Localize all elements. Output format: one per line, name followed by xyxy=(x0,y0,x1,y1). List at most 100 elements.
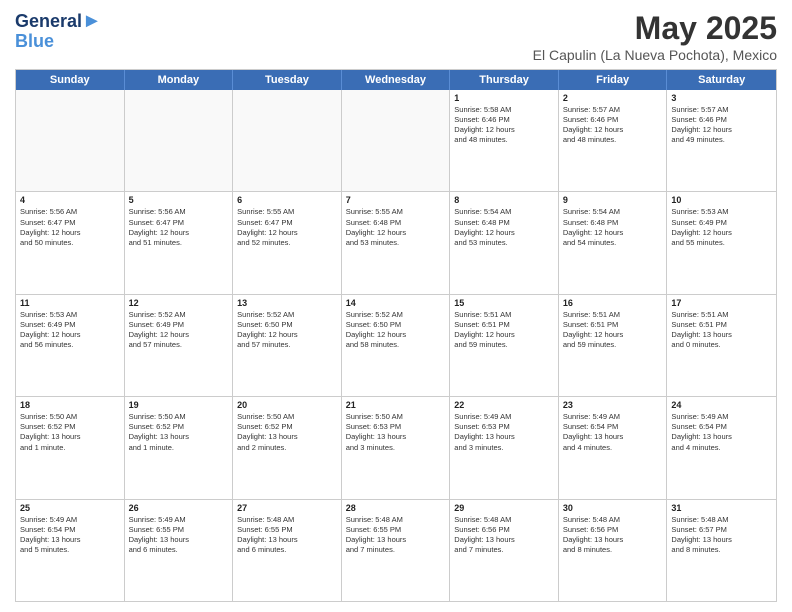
day-number: 4 xyxy=(20,195,120,205)
cal-cell-r1-c2: 6 Sunrise: 5:55 AM Sunset: 6:47 PM Daylig… xyxy=(233,192,342,293)
calendar: Sunday Monday Tuesday Wednesday Thursday… xyxy=(15,69,777,602)
cal-cell-r2-c3: 14 Sunrise: 5:52 AM Sunset: 6:50 PM Dayli… xyxy=(342,295,451,396)
cell-info: Sunrise: 5:48 AM Sunset: 6:55 PM Dayligh… xyxy=(346,515,446,556)
cell-info: Sunrise: 5:48 AM Sunset: 6:55 PM Dayligh… xyxy=(237,515,337,556)
cal-cell-r2-c2: 13 Sunrise: 5:52 AM Sunset: 6:50 PM Dayli… xyxy=(233,295,342,396)
cell-info: Sunrise: 5:56 AM Sunset: 6:47 PM Dayligh… xyxy=(20,207,120,248)
logo-text: General► xyxy=(15,10,102,32)
cal-cell-r3-c0: 18 Sunrise: 5:50 AM Sunset: 6:52 PM Dayli… xyxy=(16,397,125,498)
cell-info: Sunrise: 5:48 AM Sunset: 6:57 PM Dayligh… xyxy=(671,515,772,556)
cell-info: Sunrise: 5:54 AM Sunset: 6:48 PM Dayligh… xyxy=(563,207,663,248)
day-number: 19 xyxy=(129,400,229,410)
cell-info: Sunrise: 5:49 AM Sunset: 6:55 PM Dayligh… xyxy=(129,515,229,556)
subtitle: El Capulin (La Nueva Pochota), Mexico xyxy=(533,47,777,63)
cell-info: Sunrise: 5:48 AM Sunset: 6:56 PM Dayligh… xyxy=(454,515,554,556)
header-thursday: Thursday xyxy=(450,70,559,90)
day-number: 28 xyxy=(346,503,446,513)
cell-info: Sunrise: 5:52 AM Sunset: 6:50 PM Dayligh… xyxy=(346,310,446,351)
cell-info: Sunrise: 5:55 AM Sunset: 6:47 PM Dayligh… xyxy=(237,207,337,248)
day-number: 2 xyxy=(563,93,663,103)
day-number: 30 xyxy=(563,503,663,513)
cell-info: Sunrise: 5:57 AM Sunset: 6:46 PM Dayligh… xyxy=(671,105,772,146)
cell-info: Sunrise: 5:51 AM Sunset: 6:51 PM Dayligh… xyxy=(671,310,772,351)
calendar-row-0: 1 Sunrise: 5:58 AM Sunset: 6:46 PM Daylig… xyxy=(16,90,776,192)
header: General► Blue May 2025 El Capulin (La Nu… xyxy=(15,10,777,63)
day-number: 24 xyxy=(671,400,772,410)
cal-cell-r4-c0: 25Sunrise: 5:49 AM Sunset: 6:54 PM Dayli… xyxy=(16,500,125,601)
cal-cell-r0-c1 xyxy=(125,90,234,191)
calendar-row-3: 18 Sunrise: 5:50 AM Sunset: 6:52 PM Dayli… xyxy=(16,397,776,499)
cell-info: Sunrise: 5:53 AM Sunset: 6:49 PM Dayligh… xyxy=(20,310,120,351)
cal-cell-r2-c4: 15 Sunrise: 5:51 AM Sunset: 6:51 PM Dayli… xyxy=(450,295,559,396)
day-number: 22 xyxy=(454,400,554,410)
cell-info: Sunrise: 5:58 AM Sunset: 6:46 PM Dayligh… xyxy=(454,105,554,146)
day-number: 18 xyxy=(20,400,120,410)
day-number: 20 xyxy=(237,400,337,410)
cell-info: Sunrise: 5:56 AM Sunset: 6:47 PM Dayligh… xyxy=(129,207,229,248)
day-number: 14 xyxy=(346,298,446,308)
day-number: 16 xyxy=(563,298,663,308)
day-number: 11 xyxy=(20,298,120,308)
cal-cell-r3-c1: 19 Sunrise: 5:50 AM Sunset: 6:52 PM Dayli… xyxy=(125,397,234,498)
day-number: 27 xyxy=(237,503,337,513)
cal-cell-r1-c1: 5 Sunrise: 5:56 AM Sunset: 6:47 PM Daylig… xyxy=(125,192,234,293)
cal-cell-r2-c1: 12Sunrise: 5:52 AM Sunset: 6:49 PM Dayli… xyxy=(125,295,234,396)
logo: General► Blue xyxy=(15,10,102,52)
cal-cell-r0-c4: 1 Sunrise: 5:58 AM Sunset: 6:46 PM Daylig… xyxy=(450,90,559,191)
cell-info: Sunrise: 5:49 AM Sunset: 6:54 PM Dayligh… xyxy=(671,412,772,453)
day-number: 8 xyxy=(454,195,554,205)
day-number: 3 xyxy=(671,93,772,103)
calendar-body: 1 Sunrise: 5:58 AM Sunset: 6:46 PM Daylig… xyxy=(16,90,776,601)
day-number: 26 xyxy=(129,503,229,513)
cal-cell-r4-c2: 27 Sunrise: 5:48 AM Sunset: 6:55 PM Dayli… xyxy=(233,500,342,601)
cell-info: Sunrise: 5:49 AM Sunset: 6:53 PM Dayligh… xyxy=(454,412,554,453)
day-number: 9 xyxy=(563,195,663,205)
cell-info: Sunrise: 5:55 AM Sunset: 6:48 PM Dayligh… xyxy=(346,207,446,248)
cal-cell-r0-c2 xyxy=(233,90,342,191)
header-friday: Friday xyxy=(559,70,668,90)
day-number: 10 xyxy=(671,195,772,205)
day-number: 6 xyxy=(237,195,337,205)
cal-cell-r1-c5: 9 Sunrise: 5:54 AM Sunset: 6:48 PM Daylig… xyxy=(559,192,668,293)
cal-cell-r3-c4: 22 Sunrise: 5:49 AM Sunset: 6:53 PM Dayli… xyxy=(450,397,559,498)
day-number: 5 xyxy=(129,195,229,205)
cell-info: Sunrise: 5:51 AM Sunset: 6:51 PM Dayligh… xyxy=(563,310,663,351)
day-number: 23 xyxy=(563,400,663,410)
day-number: 31 xyxy=(671,503,772,513)
calendar-header: Sunday Monday Tuesday Wednesday Thursday… xyxy=(16,70,776,90)
cal-cell-r0-c6: 3 Sunrise: 5:57 AM Sunset: 6:46 PM Daylig… xyxy=(667,90,776,191)
cell-info: Sunrise: 5:53 AM Sunset: 6:49 PM Dayligh… xyxy=(671,207,772,248)
cell-info: Sunrise: 5:50 AM Sunset: 6:52 PM Dayligh… xyxy=(20,412,120,453)
cell-info: Sunrise: 5:52 AM Sunset: 6:50 PM Dayligh… xyxy=(237,310,337,351)
day-number: 1 xyxy=(454,93,554,103)
cal-cell-r2-c0: 11 Sunrise: 5:53 AM Sunset: 6:49 PM Dayli… xyxy=(16,295,125,396)
cal-cell-r3-c5: 23Sunrise: 5:49 AM Sunset: 6:54 PM Dayli… xyxy=(559,397,668,498)
calendar-row-1: 4 Sunrise: 5:56 AM Sunset: 6:47 PM Daylig… xyxy=(16,192,776,294)
day-number: 29 xyxy=(454,503,554,513)
header-sunday: Sunday xyxy=(16,70,125,90)
cal-cell-r4-c5: 30 Sunrise: 5:48 AM Sunset: 6:56 PM Dayli… xyxy=(559,500,668,601)
header-monday: Monday xyxy=(125,70,234,90)
day-number: 17 xyxy=(671,298,772,308)
day-number: 25 xyxy=(20,503,120,513)
cell-info: Sunrise: 5:50 AM Sunset: 6:53 PM Dayligh… xyxy=(346,412,446,453)
day-number: 12 xyxy=(129,298,229,308)
cell-info: Sunrise: 5:50 AM Sunset: 6:52 PM Dayligh… xyxy=(129,412,229,453)
cell-info: Sunrise: 5:54 AM Sunset: 6:48 PM Dayligh… xyxy=(454,207,554,248)
title-section: May 2025 El Capulin (La Nueva Pochota), … xyxy=(533,10,777,63)
calendar-row-4: 25Sunrise: 5:49 AM Sunset: 6:54 PM Dayli… xyxy=(16,500,776,601)
day-number: 7 xyxy=(346,195,446,205)
cal-cell-r3-c6: 24 Sunrise: 5:49 AM Sunset: 6:54 PM Dayli… xyxy=(667,397,776,498)
day-number: 13 xyxy=(237,298,337,308)
cell-info: Sunrise: 5:51 AM Sunset: 6:51 PM Dayligh… xyxy=(454,310,554,351)
cal-cell-r3-c2: 20 Sunrise: 5:50 AM Sunset: 6:52 PM Dayli… xyxy=(233,397,342,498)
day-number: 15 xyxy=(454,298,554,308)
cal-cell-r1-c0: 4 Sunrise: 5:56 AM Sunset: 6:47 PM Daylig… xyxy=(16,192,125,293)
page: General► Blue May 2025 El Capulin (La Nu… xyxy=(0,0,792,612)
cal-cell-r4-c3: 28 Sunrise: 5:48 AM Sunset: 6:55 PM Dayli… xyxy=(342,500,451,601)
cell-info: Sunrise: 5:50 AM Sunset: 6:52 PM Dayligh… xyxy=(237,412,337,453)
cal-cell-r4-c6: 31 Sunrise: 5:48 AM Sunset: 6:57 PM Dayli… xyxy=(667,500,776,601)
header-saturday: Saturday xyxy=(667,70,776,90)
cell-info: Sunrise: 5:48 AM Sunset: 6:56 PM Dayligh… xyxy=(563,515,663,556)
cal-cell-r0-c5: 2Sunrise: 5:57 AM Sunset: 6:46 PM Daylig… xyxy=(559,90,668,191)
